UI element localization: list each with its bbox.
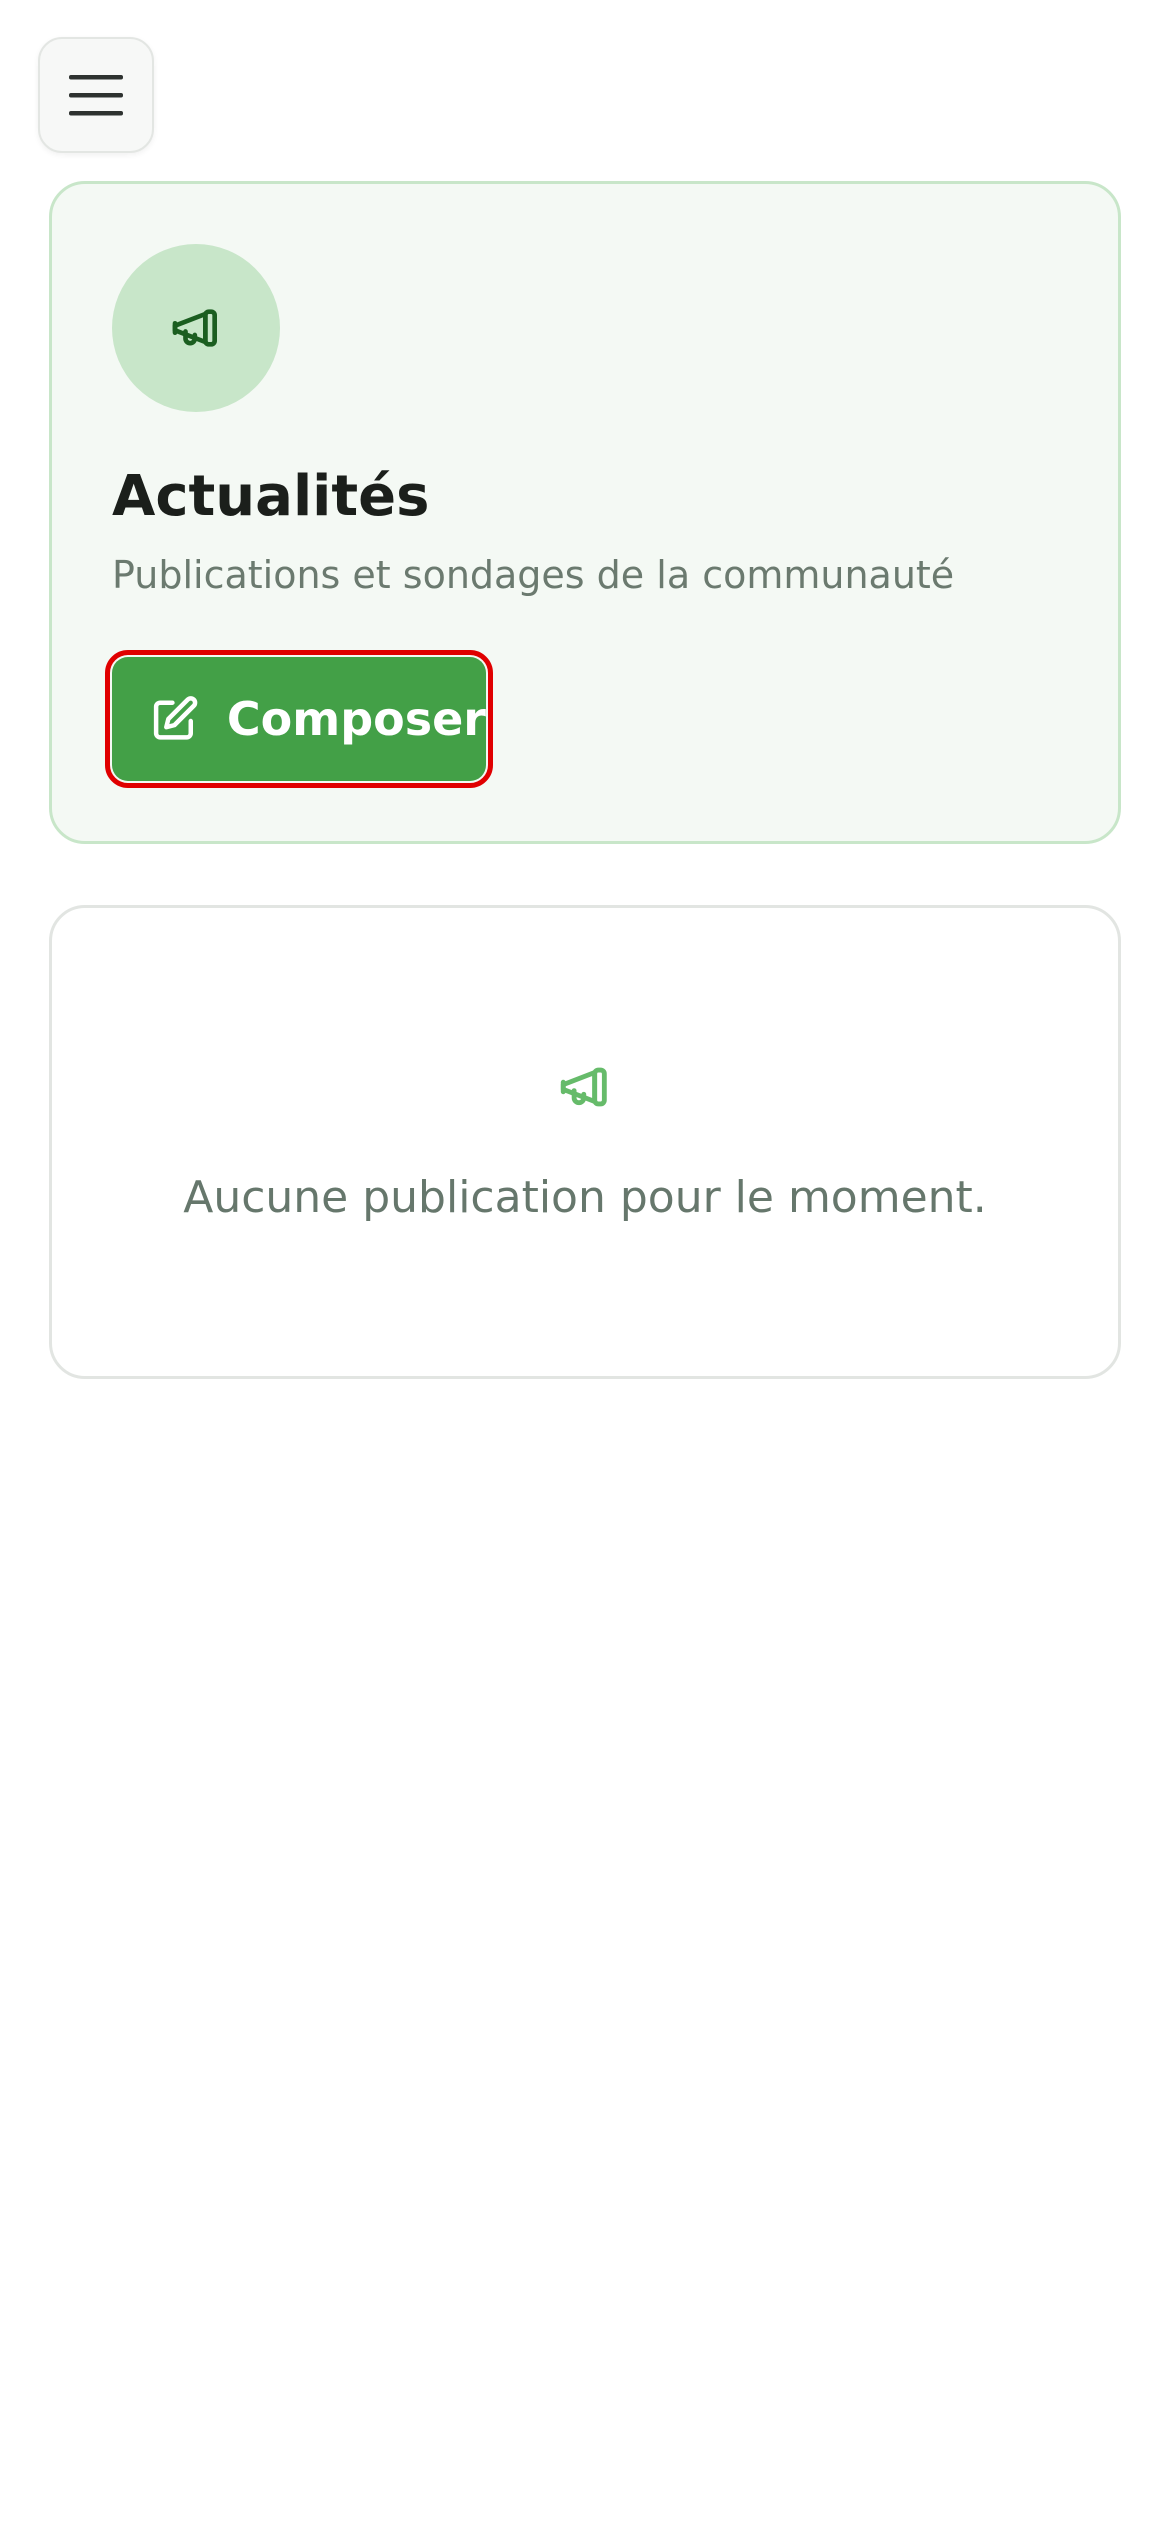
empty-state-message: Aucune publication pour le moment. [183,1172,987,1223]
compose-button-label: Composer [226,692,486,746]
page-subtitle: Publications et sondages de la communaut… [112,553,955,597]
menu-button[interactable] [38,37,154,153]
compose-button[interactable]: Composer [105,650,493,788]
news-icon-badge [112,244,280,412]
empty-feed-card: Aucune publication pour le moment. [49,905,1121,1379]
news-header-card: Actualités Publications et sondages de l… [49,181,1121,844]
edit-square-icon [153,696,198,740]
page-title: Actualités [112,464,430,529]
megaphone-icon [560,1067,607,1107]
megaphone-icon [172,309,217,347]
hamburger-menu-icon [69,75,123,116]
